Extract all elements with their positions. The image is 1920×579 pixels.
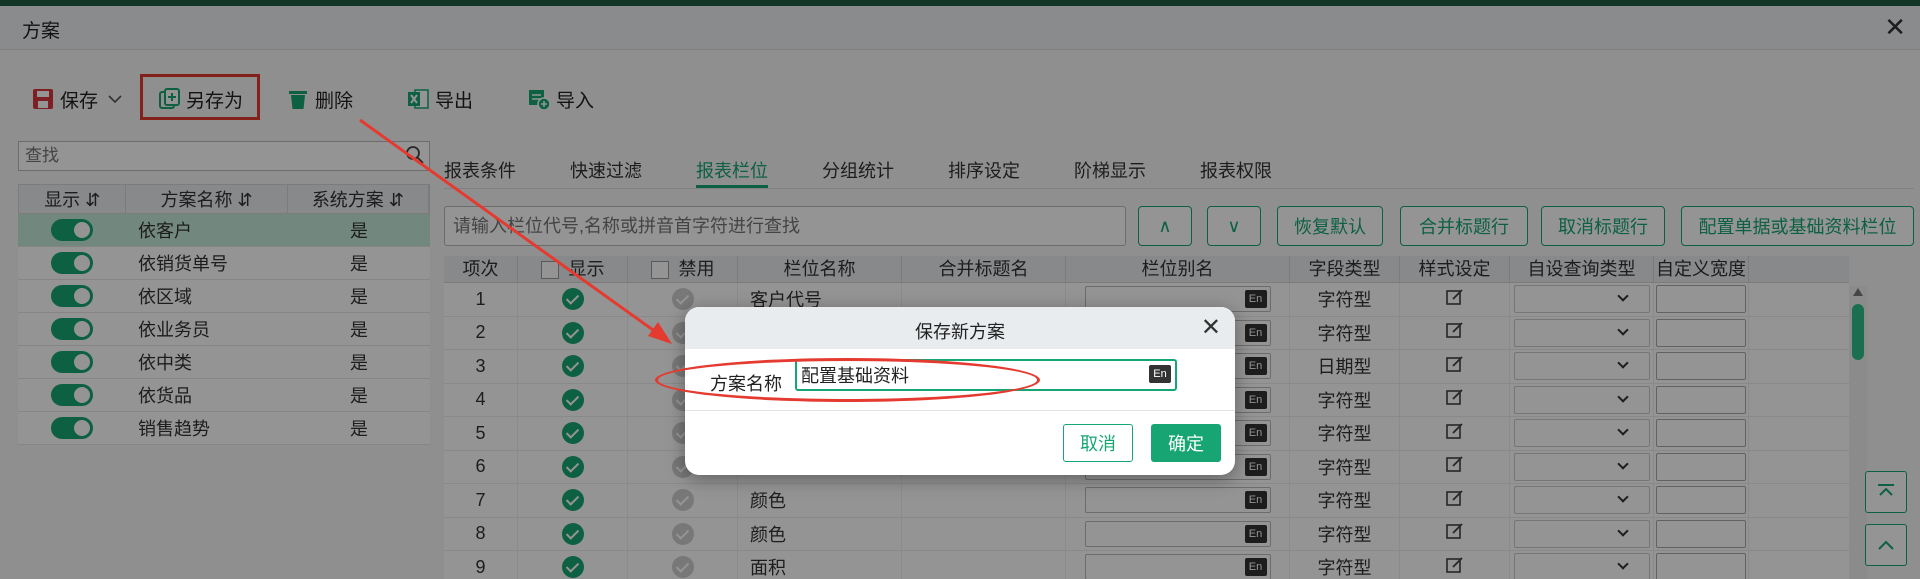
input-highlight-annotation: [655, 358, 1040, 402]
dialog-header: 保存新方案 ✕: [685, 307, 1235, 349]
dialog-close-icon[interactable]: ✕: [1201, 313, 1221, 342]
cancel-button[interactable]: 取消: [1063, 424, 1133, 462]
dialog-title: 保存新方案: [915, 322, 1005, 342]
ime-en-icon[interactable]: En: [1149, 365, 1171, 383]
confirm-button[interactable]: 确定: [1151, 424, 1221, 462]
annotation-arrow: [359, 118, 672, 344]
